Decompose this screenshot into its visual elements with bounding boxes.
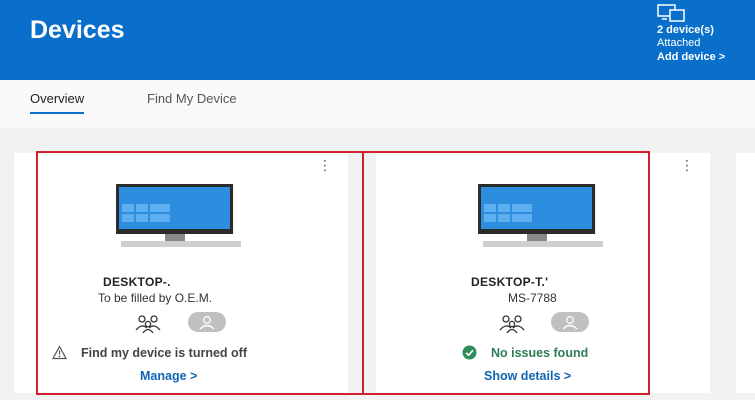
device-name: DESKTOP-T.': [471, 275, 549, 289]
family-group-icon: [499, 315, 525, 334]
tab-bar: Overview Find My Device: [0, 80, 755, 128]
tab-find-my-device-label: Find My Device: [147, 91, 237, 106]
device-card-partial: [736, 153, 755, 393]
tab-overview-label: Overview: [30, 91, 85, 106]
manage-link[interactable]: Manage >: [140, 369, 197, 383]
user-avatar: [551, 312, 589, 332]
page-title: Devices: [30, 16, 125, 44]
tab-overview[interactable]: Overview: [30, 91, 85, 114]
family-group-icon: [135, 315, 161, 334]
device-count: 2 device(s): [657, 24, 714, 36]
person-icon: [562, 316, 578, 330]
more-options-button[interactable]: ⋮: [680, 157, 694, 173]
checkmark-circle-icon: [462, 345, 477, 360]
warning-icon: [52, 345, 67, 360]
desktop-monitor-icon: [116, 184, 241, 247]
more-options-button[interactable]: ⋮: [318, 157, 332, 173]
device-status-panel: 2 device(s) Attached Add device >: [657, 3, 753, 64]
tab-find-my-device[interactable]: Find My Device: [147, 91, 237, 106]
highlight-divider: [362, 151, 364, 395]
show-details-link[interactable]: Show details >: [484, 369, 571, 383]
desktop-monitor-icon: [478, 184, 603, 247]
device-status: Find my device is turned off: [52, 345, 247, 360]
user-avatar: [188, 312, 226, 332]
device-name: DESKTOP-.: [103, 275, 171, 289]
device-subtitle: MS-7788: [508, 291, 557, 305]
status-text: Find my device is turned off: [81, 345, 247, 360]
device-card: ⋮ DESKTOP-T.' MS-7788 No issues found Sh…: [376, 153, 710, 393]
device-status: No issues found: [462, 345, 588, 360]
devices-icon: [657, 4, 685, 22]
person-icon: [199, 316, 215, 330]
page-header: Devices 2 device(s) Attached Add device …: [0, 0, 755, 80]
add-device-link[interactable]: Add device >: [657, 50, 753, 64]
device-subtitle: To be filled by O.E.M.: [98, 291, 213, 305]
device-card: ⋮ DESKTOP-. To be filled by O.E.M. Find …: [14, 153, 348, 393]
attached-label: Attached: [657, 37, 701, 49]
tab-active-indicator: [30, 112, 85, 114]
status-text: No issues found: [491, 345, 589, 360]
